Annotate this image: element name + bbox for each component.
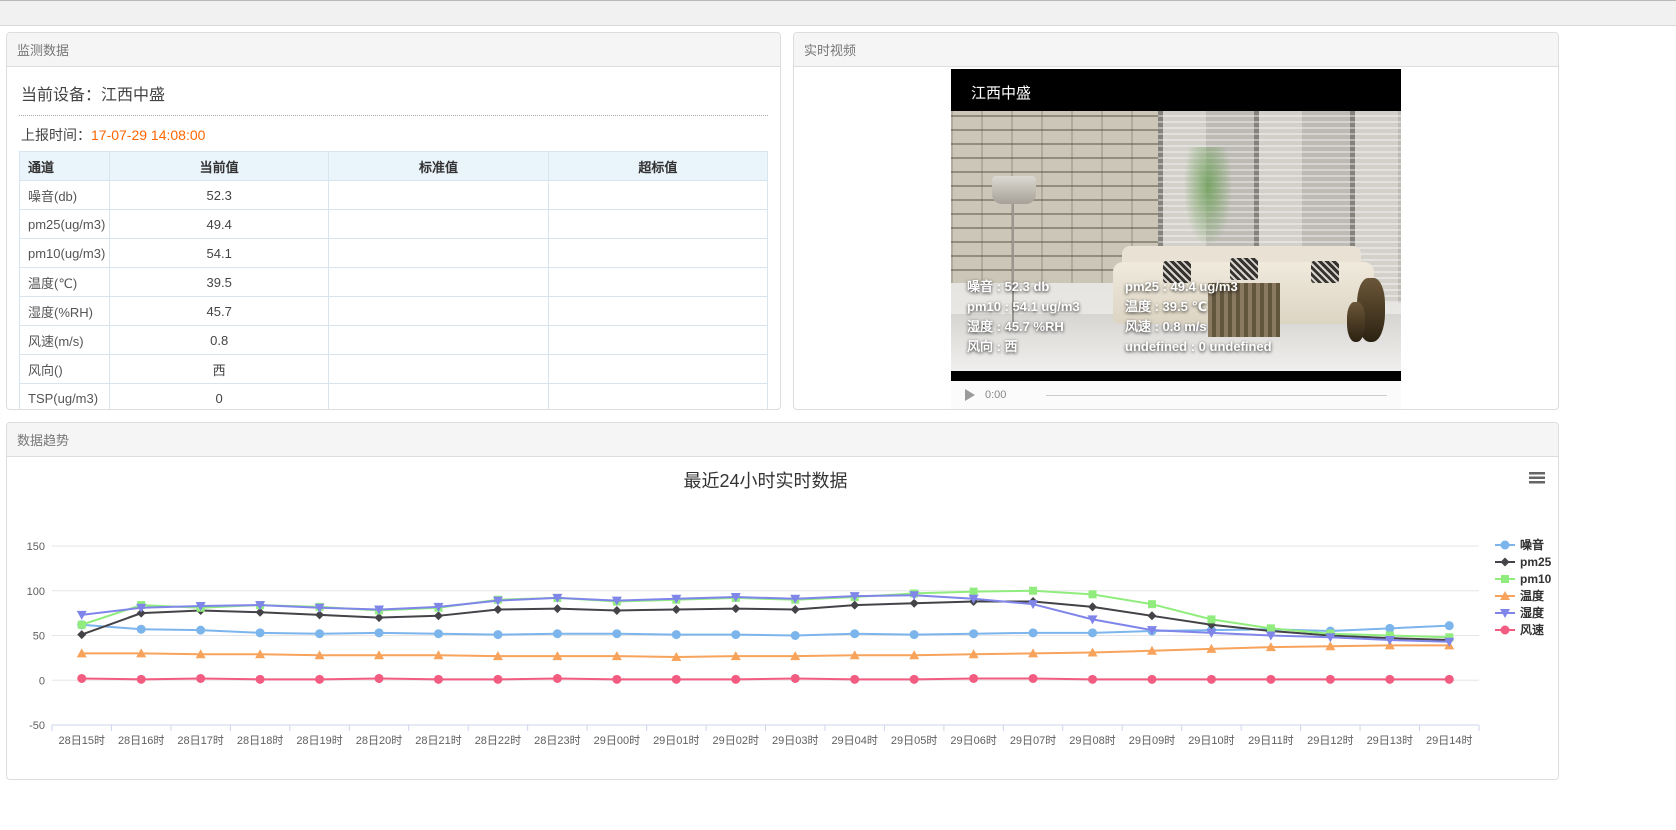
svg-text:28日15时: 28日15时	[58, 734, 104, 747]
sensor-overlay-text: 噪音 : 52.3 dbpm25 : 49.4 ug/m3 pm10 : 54.1…	[967, 275, 1393, 355]
column-header: 超标值	[548, 152, 767, 181]
svg-text:28日19时: 28日19时	[296, 734, 342, 747]
svg-text:温度: 温度	[1520, 588, 1545, 603]
legend-item[interactable]: pm10	[1495, 572, 1552, 586]
table-row: pm10(ug/m3)54.1	[20, 239, 768, 268]
play-icon[interactable]	[965, 389, 975, 401]
overlay-row: pm10 : 54.1 ug/m3温度 : 39.5 ℃	[967, 299, 1393, 315]
svg-text:29日05时: 29日05时	[891, 734, 937, 747]
svg-text:29日00时: 29日00时	[594, 734, 640, 747]
table-row: 噪音(db)52.3	[20, 181, 768, 210]
lamp-shade-graphic	[992, 176, 1036, 204]
video-device-title: 江西中盛	[971, 82, 1031, 103]
monitor-table-body: 噪音(db)52.3pm25(ug/m3)49.4pm10(ug/m3)54.1…	[20, 181, 768, 411]
svg-text:pm10: pm10	[1520, 572, 1552, 586]
trend-chart: -50 0 50 100 150 28日15时 28日16时 28日17时 28日18时 28日1…	[7, 457, 1558, 780]
overlay-row: 噪音 : 52.3 dbpm25 : 49.4 ug/m3	[967, 279, 1393, 295]
svg-text:风速: 风速	[1520, 622, 1544, 637]
svg-text:29日09时: 29日09时	[1129, 734, 1175, 747]
svg-text:0: 0	[39, 675, 45, 687]
svg-text:湿度: 湿度	[1520, 605, 1545, 620]
svg-text:50: 50	[33, 631, 45, 643]
table-row: pm25(ug/m3)49.4	[20, 210, 768, 239]
legend-item[interactable]: pm25	[1495, 555, 1552, 569]
legend-item[interactable]: 温度	[1495, 588, 1545, 603]
video-panel-title: 实时视频	[794, 33, 1558, 67]
trend-panel-title: 数据趋势	[7, 423, 1558, 457]
column-header: 标准值	[329, 152, 548, 181]
chart-title: 最近24小时实时数据	[683, 471, 847, 491]
series-line	[82, 645, 1450, 657]
svg-text:29日10时: 29日10时	[1188, 734, 1234, 747]
table-row: 温度(℃)39.5	[20, 268, 768, 297]
letterbox-bar	[951, 371, 1401, 381]
svg-text:150: 150	[27, 541, 45, 553]
svg-text:29日08时: 29日08时	[1069, 734, 1115, 747]
svg-text:29日07时: 29日07时	[1010, 734, 1056, 747]
svg-text:28日16时: 28日16时	[118, 734, 164, 747]
svg-text:29日02时: 29日02时	[713, 734, 759, 747]
svg-text:28日21时: 28日21时	[415, 734, 461, 747]
monitor-table: 通道当前值标准值超标值 噪音(db)52.3pm25(ug/m3)49.4pm1…	[19, 151, 768, 410]
svg-text:29日13时: 29日13时	[1367, 734, 1413, 747]
svg-text:29日14时: 29日14时	[1426, 734, 1472, 747]
table-row: TSP(ug/m3)0	[20, 384, 768, 411]
svg-text:28日22时: 28日22时	[475, 734, 521, 747]
monitor-data-panel: 监测数据 当前设备：江西中盛 上报时间：17-07-29 14:08:00 通道…	[6, 32, 781, 410]
legend-item[interactable]: 噪音	[1495, 537, 1544, 552]
video-controls: 0:00	[951, 381, 1401, 409]
video-player[interactable]: 江西中盛	[951, 69, 1401, 381]
svg-text:29日03时: 29日03时	[772, 734, 818, 747]
svg-text:29日12时: 29日12时	[1307, 734, 1353, 747]
monitor-panel-title: 监测数据	[7, 33, 780, 67]
svg-text:28日23时: 28日23时	[534, 734, 580, 747]
chart-menu-icon[interactable]	[1529, 472, 1545, 484]
top-bar	[0, 0, 1676, 26]
report-time-value: 17-07-29 14:08:00	[91, 127, 205, 143]
video-still-image: 噪音 : 52.3 dbpm25 : 49.4 ug/m3 pm10 : 54.1…	[951, 111, 1401, 371]
report-time-label: 上报时间：	[21, 127, 91, 143]
svg-text:29日04时: 29日04时	[831, 734, 877, 747]
video-time-label: 0:00	[985, 389, 1006, 401]
svg-text:100: 100	[27, 586, 45, 598]
current-device-label: 当前设备：江西中盛	[19, 75, 768, 116]
live-video-panel: 实时视频 江西中盛	[793, 32, 1559, 410]
overlay-row: 湿度 : 45.7 %RH风速 : 0.8 m/s	[967, 319, 1393, 335]
report-time: 上报时间：17-07-29 14:08:00	[19, 116, 768, 151]
svg-text:pm25: pm25	[1520, 555, 1552, 569]
data-trend-panel: 数据趋势 -50 0 50 100 150 28日15时 28日16时 28日17时 28日18…	[6, 422, 1559, 780]
svg-text:噪音: 噪音	[1520, 537, 1544, 552]
svg-text:28日18时: 28日18时	[237, 734, 283, 747]
svg-text:28日20时: 28日20时	[356, 734, 402, 747]
svg-text:29日01时: 29日01时	[653, 734, 699, 747]
column-header: 当前值	[110, 152, 329, 181]
table-row: 风速(m/s)0.8	[20, 326, 768, 355]
series-line	[82, 678, 1450, 679]
legend-item[interactable]: 风速	[1495, 622, 1544, 637]
plant-graphic	[1185, 147, 1231, 243]
table-row: 湿度(%RH)45.7	[20, 297, 768, 326]
svg-text:29日06时: 29日06时	[950, 734, 996, 747]
svg-text:-50: -50	[29, 720, 45, 732]
table-row: 风向()西	[20, 355, 768, 384]
column-header: 通道	[20, 152, 110, 181]
overlay-row: 风向 : 西undefined : 0 undefined	[967, 339, 1393, 355]
video-progress-bar[interactable]	[1046, 395, 1387, 396]
svg-text:28日17时: 28日17时	[177, 734, 223, 747]
table-header-row: 通道当前值标准值超标值	[20, 152, 768, 181]
svg-text:29日11时: 29日11时	[1248, 734, 1294, 747]
legend-item[interactable]: 湿度	[1495, 605, 1545, 620]
